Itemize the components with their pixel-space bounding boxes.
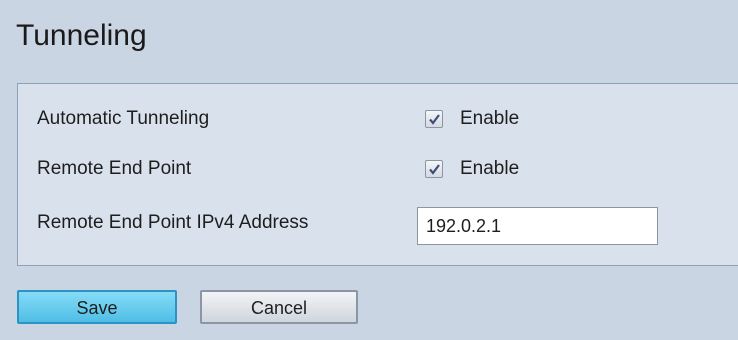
page-title: Tunneling bbox=[16, 19, 147, 52]
cancel-button[interactable]: Cancel bbox=[200, 290, 358, 324]
automatic-tunneling-enable-label: Enable bbox=[460, 108, 520, 129]
remote-ipv4-label: Remote End Point IPv4 Address bbox=[37, 212, 309, 233]
checkmark-icon bbox=[429, 114, 440, 125]
tunneling-settings-panel: Automatic Tunneling Enable Remote End Po… bbox=[17, 83, 738, 266]
checkmark-icon bbox=[429, 164, 440, 175]
save-button[interactable]: Save bbox=[17, 290, 177, 324]
automatic-tunneling-label: Automatic Tunneling bbox=[37, 108, 210, 129]
automatic-tunneling-checkbox[interactable] bbox=[425, 110, 443, 128]
remote-ipv4-input[interactable] bbox=[417, 207, 658, 245]
remote-end-point-enable-label: Enable bbox=[460, 158, 520, 179]
remote-end-point-label: Remote End Point bbox=[37, 158, 192, 179]
remote-end-point-checkbox[interactable] bbox=[425, 160, 443, 178]
